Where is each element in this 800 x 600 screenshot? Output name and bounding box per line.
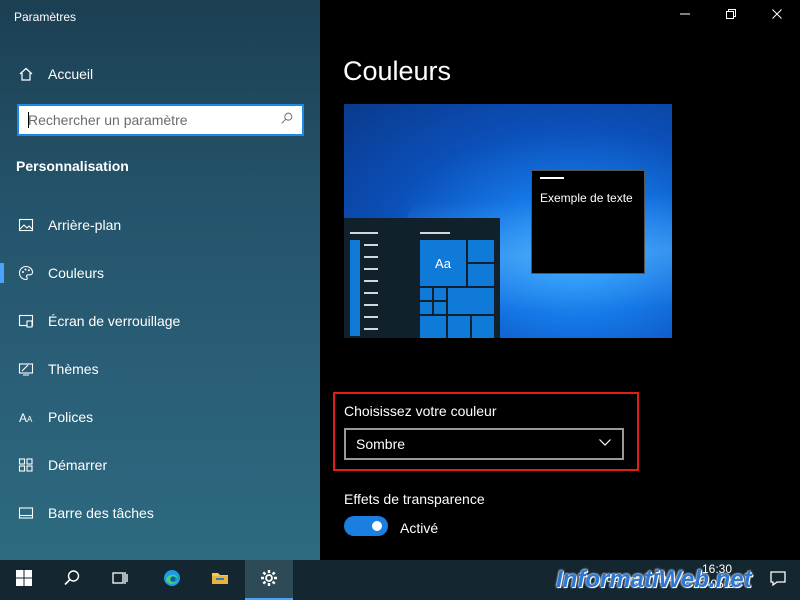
sidebar-item-label: Écran de verrouillage: [48, 313, 181, 329]
minimize-icon: [679, 7, 691, 25]
sidebar-item-themes[interactable]: Thèmes: [0, 349, 320, 389]
settings-taskbar-button[interactable]: [245, 560, 293, 600]
task-view-button[interactable]: [96, 560, 144, 600]
gear-icon: [259, 568, 279, 593]
start-icon: [16, 455, 36, 475]
restore-icon: [725, 7, 737, 25]
minimize-button[interactable]: [662, 0, 708, 32]
transparency-label: Effets de transparence: [344, 491, 485, 507]
sidebar-item-fonts[interactable]: AA Polices: [0, 397, 320, 437]
search-icon: [280, 111, 294, 130]
transparency-state: Activé: [400, 520, 439, 536]
sidebar-item-label: Polices: [48, 409, 94, 425]
folder-icon: [210, 568, 230, 593]
windows-logo-icon: [14, 568, 34, 593]
main-content: Couleurs Exemple de texte Aa Choisissez …: [320, 0, 800, 560]
svg-text:A: A: [19, 411, 27, 425]
search-placeholder: Rechercher un paramètre: [28, 112, 188, 128]
sidebar-item-label: Démarrer: [48, 457, 108, 473]
notifications-button[interactable]: [756, 560, 800, 600]
sidebar-item-colors[interactable]: Couleurs: [0, 253, 320, 293]
image-icon: [16, 215, 36, 235]
preview-window: Exemple de texte: [531, 170, 645, 274]
taskbar-search-button[interactable]: [48, 560, 96, 600]
maximize-button[interactable]: [708, 0, 754, 32]
sidebar: Paramètres Accueil Rechercher un paramèt…: [0, 0, 320, 560]
sidebar-item-label: Thèmes: [48, 361, 99, 377]
file-explorer-button[interactable]: [196, 560, 244, 600]
text-caret: [28, 112, 29, 128]
sidebar-item-lock-screen[interactable]: Écran de verrouillage: [0, 301, 320, 341]
sidebar-item-taskbar[interactable]: Barre des tâches: [0, 493, 320, 533]
preview-tile: Aa: [420, 240, 466, 286]
edge-icon: [162, 568, 182, 593]
taskbar-icon: [16, 503, 36, 523]
themes-icon: [16, 359, 36, 379]
color-mode-select[interactable]: Sombre: [344, 428, 624, 460]
task-view-icon: [110, 568, 130, 593]
lock-screen-icon: [16, 311, 36, 331]
edge-button[interactable]: [148, 560, 196, 600]
app-title: Paramètres: [14, 10, 77, 24]
sidebar-item-label: Accueil: [48, 66, 94, 82]
transparency-toggle[interactable]: [344, 516, 388, 536]
preview-sample-text: Exemple de texte: [540, 191, 633, 205]
start-button[interactable]: [0, 560, 48, 600]
close-icon: [771, 7, 783, 25]
sidebar-item-label: Couleurs: [48, 265, 105, 281]
section-title: Personnalisation: [16, 158, 129, 174]
color-mode-value: Sombre: [356, 436, 406, 452]
chevron-down-icon: [598, 435, 612, 454]
page-title: Couleurs: [343, 56, 452, 86]
palette-icon: [16, 263, 36, 283]
sidebar-item-start[interactable]: Démarrer: [0, 445, 320, 485]
sidebar-item-background[interactable]: Arrière-plan: [0, 205, 320, 245]
color-choice-label: Choisissez votre couleur: [344, 403, 497, 419]
search-icon: [62, 568, 82, 593]
watermark-logo: InformatiWeb.net: [556, 566, 752, 593]
sidebar-item-home[interactable]: Accueil: [0, 58, 320, 90]
home-icon: [16, 64, 36, 84]
color-preview: Exemple de texte Aa: [344, 104, 672, 338]
fonts-icon: AA: [16, 407, 36, 427]
search-input[interactable]: Rechercher un paramètre: [17, 104, 304, 136]
close-button[interactable]: [754, 0, 800, 32]
sidebar-item-label: Arrière-plan: [48, 217, 122, 233]
svg-text:A: A: [27, 415, 33, 424]
preview-start-menu: Aa: [344, 218, 500, 338]
sidebar-item-label: Barre des tâches: [48, 505, 154, 521]
notification-icon: [768, 568, 788, 593]
